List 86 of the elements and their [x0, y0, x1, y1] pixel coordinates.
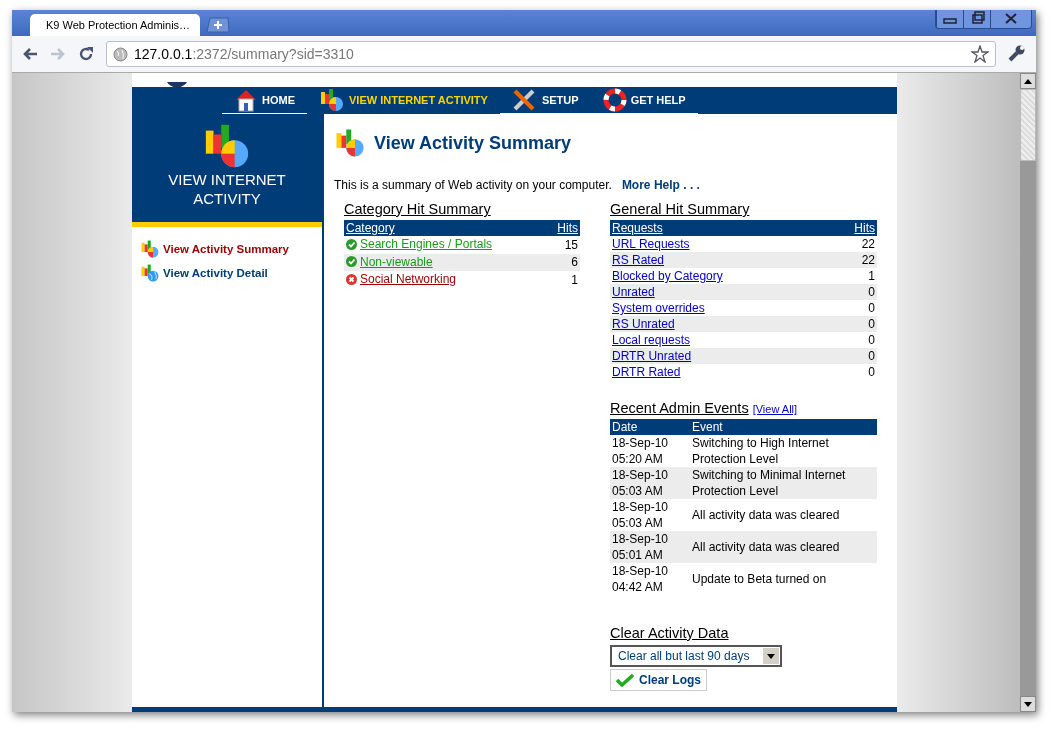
sidebar-link[interactable]: View Activity Summary [140, 239, 314, 259]
event-date: 18-Sep-10 [612, 467, 670, 483]
request-link[interactable]: DRTR Unrated [612, 349, 692, 363]
request-link[interactable]: Unrated [612, 285, 655, 299]
view-all-link[interactable]: [View All] [752, 403, 798, 415]
browser-tab[interactable]: K9 Web Protection Adminis… [30, 14, 200, 36]
new-tab-icon[interactable] [206, 17, 230, 33]
sidebar-title: VIEW INTERNET ACTIVITY [167, 170, 287, 208]
event-time: 05:01 AM [612, 547, 664, 563]
up-arrow-icon [1024, 78, 1032, 84]
hits-cell: 0 [829, 284, 877, 300]
intro-text: This is a summary of Web activity on your computer. [334, 178, 612, 192]
event-date: 18-Sep-10 [612, 435, 670, 451]
nav-tab[interactable]: SETUP [499, 87, 591, 114]
column-header-link[interactable]: Hits [557, 221, 578, 235]
retention-dropdown[interactable]: Clear all but last 90 days [610, 645, 782, 667]
event-cell: Switching to High Internet Protection Level [690, 435, 877, 467]
more-help-link[interactable]: More Help . . . [621, 178, 700, 192]
column-header: Event [690, 419, 877, 435]
event-time: 05:03 AM [612, 515, 664, 531]
event-time: 05:20 AM [612, 451, 664, 467]
event-date: 18-Sep-10 [612, 499, 670, 515]
filter-entry-link[interactable]: Search Engines / Portals [360, 236, 493, 252]
event-time: 05:03 AM [612, 483, 664, 499]
hits-cell: 1 [546, 271, 580, 289]
hits-cell: 22 [829, 252, 877, 268]
hits-cell: 1 [829, 268, 877, 284]
event-date: 18-Sep-10 [612, 531, 670, 547]
star-icon[interactable] [971, 45, 989, 63]
back-arrow-icon[interactable] [22, 47, 38, 61]
scroll-up-button[interactable] [1020, 73, 1036, 89]
chart-icon [140, 239, 160, 259]
x-circle-icon [346, 273, 357, 285]
check-circle-icon [346, 238, 357, 250]
event-date: 18-Sep-10 [612, 563, 670, 579]
request-link[interactable]: RS Rated [612, 253, 665, 267]
column-header: Date [610, 419, 690, 435]
nav-tab[interactable]: VIEW INTERNET ACTIVITY [307, 87, 500, 114]
event-time: 04:42 AM [612, 579, 664, 595]
shield-icon [167, 82, 187, 88]
hits-cell: 0 [829, 348, 877, 364]
request-link[interactable]: Local requests [612, 333, 691, 347]
globe-icon [113, 46, 128, 62]
event-cell: Switching to Minimal Internet Protection Level [690, 467, 877, 499]
section-heading: General Hit Summary [610, 201, 751, 217]
chart-globe-icon [140, 263, 160, 283]
sidebar-link[interactable]: View Activity Detail [140, 263, 314, 283]
request-link[interactable]: RS Unrated [612, 317, 675, 331]
lifebuoy-icon [602, 88, 627, 112]
event-cell: All activity data was cleared [690, 531, 877, 563]
chart-icon [334, 128, 366, 158]
column-header-link[interactable]: Requests [612, 221, 663, 235]
section-heading: Category Hit Summary [344, 201, 492, 217]
house-icon [234, 88, 258, 112]
down-arrow-icon [1024, 701, 1032, 707]
hits-cell: 0 [829, 332, 877, 348]
hits-cell: 0 [829, 316, 877, 332]
address-bar[interactable]: 127.0.0.1:2372/summary?sid=3310 [106, 41, 996, 67]
hits-cell: 6 [546, 253, 580, 271]
scroll-down-button[interactable] [1020, 696, 1036, 712]
hits-cell: 0 [829, 300, 877, 316]
request-link[interactable]: Blocked by Category [612, 269, 723, 283]
request-link[interactable]: System overrides [612, 301, 705, 315]
check-circle-icon [346, 256, 357, 267]
hits-cell: 22 [829, 236, 877, 252]
section-heading: Clear Activity Data [610, 625, 730, 641]
clear-logs-button[interactable]: Clear Logs [610, 669, 707, 691]
column-header-link[interactable]: Hits [854, 221, 875, 235]
url-path: :2372/summary?sid=3310 [192, 46, 354, 62]
nav-tab[interactable]: GET HELP [590, 87, 698, 114]
request-link[interactable]: URL Requests [612, 237, 690, 251]
request-link[interactable]: DRTR Rated [612, 365, 681, 379]
column-header-link[interactable]: Category [346, 221, 395, 235]
checkmark-icon [616, 673, 634, 687]
event-cell: Update to Beta turned on [690, 563, 877, 595]
hits-cell: 15 [546, 236, 580, 254]
filter-entry-link[interactable]: Social Networking [360, 271, 457, 287]
page-title: View Activity Summary [374, 132, 572, 154]
scrollbar-thumb[interactable] [1020, 89, 1036, 161]
url-host: 127.0.0.1 [134, 46, 193, 62]
event-cell: All activity data was cleared [690, 499, 877, 531]
section-heading: Recent Admin Events [610, 400, 749, 416]
chart-icon [319, 88, 345, 112]
hits-cell: 0 [829, 364, 877, 380]
wrench-icon[interactable] [1008, 45, 1026, 63]
reload-icon[interactable] [78, 46, 94, 62]
